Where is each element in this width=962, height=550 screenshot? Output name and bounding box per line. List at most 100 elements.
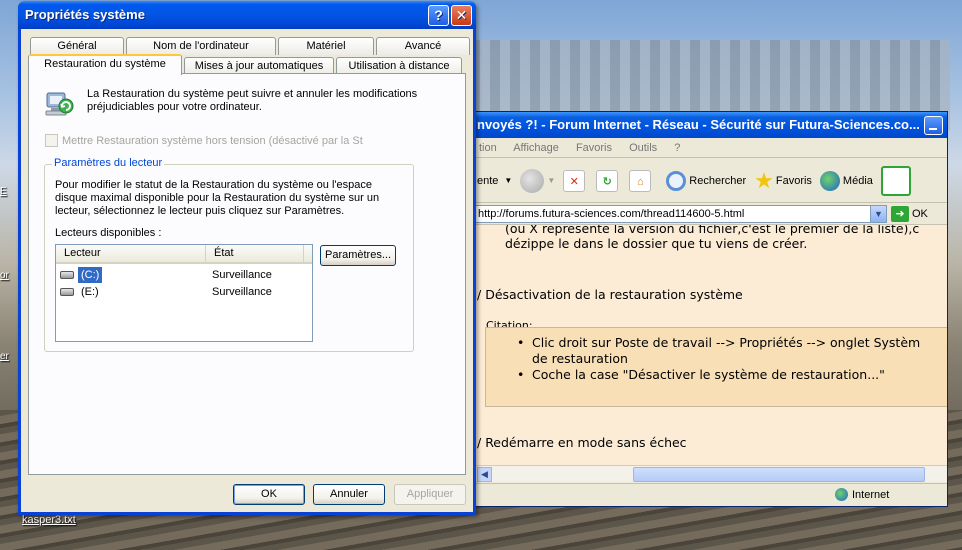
page-content: (où X représente la version du fichier,c… — [475, 225, 947, 465]
star-icon: ★ — [754, 167, 774, 193]
menu-item-tools[interactable]: Outils — [629, 142, 657, 154]
column-state[interactable]: État — [206, 245, 304, 262]
back-button-label: ente — [477, 174, 499, 187]
hard-drive-icon — [60, 288, 74, 296]
available-drives-label: Lecteurs disponibles : — [55, 227, 162, 239]
browser-menu-bar: tion Affichage Favoris Outils ? — [475, 138, 947, 158]
hard-drive-icon — [60, 271, 74, 279]
browser-title-bar[interactable]: nvoyés ?! - Forum Internet - Réseau - Sé… — [475, 112, 947, 138]
system-properties-dialog[interactable]: Propriétés système ? ✕ Général Nom de l'… — [18, 1, 476, 515]
content-line: dézippe le dans le dossier que tu viens … — [505, 236, 808, 251]
menu-item-favorites[interactable]: Favoris — [576, 142, 612, 154]
address-url: http://forums.futura-sciences.com/thread… — [478, 207, 745, 220]
chevron-down-icon: ▼ — [504, 176, 513, 185]
refresh-icon: ↻ — [596, 169, 619, 192]
desktop-file-icon-label[interactable]: kasper3.txt — [22, 514, 76, 526]
chevron-down-icon[interactable]: ▼ — [870, 205, 886, 222]
forward-arrow-icon — [520, 168, 545, 193]
dialog-title-bar[interactable]: Propriétés système ? ✕ — [18, 1, 476, 29]
desktop-icon-label-1[interactable]: E — [0, 186, 7, 197]
back-button[interactable]: ente ▼ — [477, 175, 512, 187]
drive-settings-group: Paramètres du lecteur Pour modifier le s… — [44, 157, 414, 352]
search-label: Rechercher — [689, 174, 747, 187]
stop-icon: ✕ — [563, 169, 586, 192]
tab-advanced[interactable]: Avancé — [376, 37, 470, 55]
go-arrow-icon: ➜ — [891, 205, 909, 222]
media-globe-icon — [819, 170, 840, 191]
disable-restore-label: Mettre Restauration système hors tension… — [62, 134, 363, 147]
drives-list[interactable]: Lecteur État (C:) Surveillance (E:) Surv… — [55, 244, 313, 342]
browser-window[interactable]: nvoyés ?! - Forum Internet - Réseau - Sé… — [474, 111, 948, 507]
desktop-icon-label-3[interactable]: er — [0, 351, 9, 362]
content-line: ... ... ... — [505, 455, 549, 465]
quote-bullet: Coche la case "Désactiver le système de … — [532, 367, 885, 382]
list-item[interactable]: (E:) Surveillance — [56, 284, 312, 300]
menu-item-view[interactable]: Affichage — [513, 142, 559, 154]
scroll-left-icon[interactable]: ◀ — [477, 467, 492, 482]
apply-button[interactable]: Appliquer — [394, 484, 466, 505]
scroll-thumb[interactable] — [633, 467, 925, 482]
status-bar: Internet — [475, 483, 947, 507]
bullet-icon: • — [517, 367, 525, 382]
tab-general[interactable]: Général — [30, 37, 124, 55]
horizontal-scrollbar[interactable]: ◀ — [475, 465, 947, 482]
settings-button[interactable]: Paramètres... — [320, 245, 396, 266]
favorites-label: Favoris — [775, 174, 812, 187]
group-description: Pour modifier le statut de la Restaurati… — [55, 179, 380, 217]
content-line: (où X représente la version du fichier,c… — [505, 225, 920, 236]
zone-label: Internet — [852, 488, 890, 501]
tab-panel: La Restauration du système peut suivre e… — [28, 73, 466, 475]
address-bar: http://forums.futura-sciences.com/thread… — [475, 203, 947, 225]
bullet-icon: • — [517, 335, 525, 350]
browser-toolbar: ente ▼ ▼ ✕ ↻ ⌂ Rechercher ★ Favoris Médi… — [475, 159, 947, 203]
tab-system-restore[interactable]: Restauration du système — [28, 54, 182, 75]
drive-state: Surveillance — [212, 269, 272, 281]
ok-button[interactable]: OK — [233, 484, 305, 505]
menu-item-help[interactable]: ? — [674, 142, 680, 154]
quote-bullet-cont: de restauration — [532, 351, 628, 366]
disable-restore-row[interactable]: Mettre Restauration système hors tension… — [45, 134, 363, 147]
stop-button[interactable]: ✕ — [563, 169, 588, 192]
heading-text: Redémarre en mode sans échec — [485, 435, 687, 450]
intro-text: La Restauration du système peut suivre e… — [87, 88, 418, 113]
help-button[interactable]: ? — [428, 5, 449, 26]
drive-state: Surveillance — [212, 286, 272, 298]
desktop-icon-label-2[interactable]: or — [0, 270, 9, 281]
favorites-button[interactable]: ★ Favoris — [754, 168, 812, 194]
home-icon: ⌂ — [629, 169, 652, 192]
close-icon: ✕ — [455, 7, 468, 23]
tab-row-back: Général Nom de l'ordinateur Matériel Ava… — [30, 37, 472, 55]
list-item[interactable]: (C:) Surveillance — [56, 267, 312, 283]
home-button[interactable]: ⌂ — [629, 169, 654, 192]
go-button[interactable]: ➜ OK — [891, 205, 928, 222]
chevron-down-icon: ▼ — [547, 176, 556, 185]
tab-computer-name[interactable]: Nom de l'ordinateur — [126, 37, 276, 55]
media-button[interactable]: Média — [819, 170, 873, 191]
history-button[interactable] — [880, 165, 914, 196]
column-drive[interactable]: Lecteur — [56, 245, 206, 262]
refresh-button[interactable]: ↻ — [596, 169, 621, 192]
media-label: Média — [842, 174, 873, 187]
go-label: OK — [912, 207, 928, 220]
close-button[interactable]: ✕ — [451, 5, 472, 26]
list-header: Lecteur État — [56, 245, 312, 264]
address-input[interactable]: http://forums.futura-sciences.com/thread… — [475, 204, 887, 223]
security-zone: Internet — [835, 488, 889, 501]
heading-text: Désactivation de la restauration système — [485, 287, 743, 302]
browser-title: nvoyés ?! - Forum Internet - Réseau - Sé… — [477, 117, 920, 132]
drive-name: (C:) — [78, 267, 103, 283]
globe-icon — [835, 488, 848, 501]
dialog-title: Propriétés système — [25, 7, 145, 22]
forward-button[interactable]: ▼ — [520, 168, 556, 193]
minimize-button[interactable] — [924, 116, 943, 135]
tab-hardware[interactable]: Matériel — [278, 37, 374, 55]
cancel-button[interactable]: Annuler — [313, 484, 385, 505]
drive-name: (E:) — [81, 286, 99, 298]
disable-restore-checkbox[interactable] — [45, 134, 58, 147]
content-heading: / Désactivation de la restauration systè… — [477, 287, 743, 302]
menu-item-file[interactable]: tion — [479, 142, 497, 154]
group-legend: Paramètres du lecteur — [52, 157, 165, 169]
question-icon: ? — [434, 7, 443, 23]
content-heading: / Redémarre en mode sans échec — [477, 435, 687, 450]
search-button[interactable]: Rechercher — [666, 170, 747, 191]
